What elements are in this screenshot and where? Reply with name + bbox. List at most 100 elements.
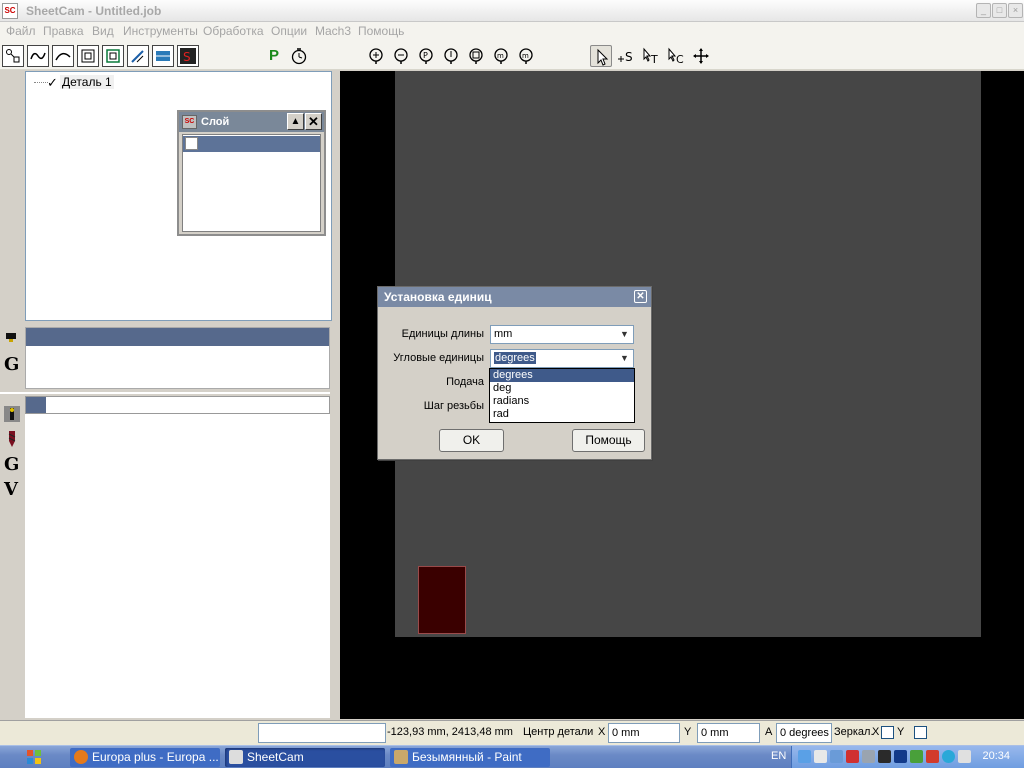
zoom-part-button[interactable] xyxy=(440,45,462,67)
dropdown-option[interactable]: radians xyxy=(490,395,634,408)
cut-tool-button[interactable]: C xyxy=(665,45,687,67)
zoom-out-button[interactable] xyxy=(390,45,412,67)
jet-cut-button[interactable] xyxy=(27,45,49,67)
window-title: SheetCam - Untitled.job xyxy=(26,4,162,18)
length-units-select[interactable]: mm ▼ xyxy=(490,325,634,344)
dropdown-option[interactable]: degrees xyxy=(490,369,634,382)
task-firefox[interactable]: Europa plus - Europa ... xyxy=(70,748,220,767)
text-tool-button[interactable]: T xyxy=(640,45,662,67)
start-button[interactable] xyxy=(0,746,64,768)
close-button[interactable]: × xyxy=(1008,3,1023,18)
outline-button[interactable] xyxy=(52,45,74,67)
menu-tools[interactable]: Инструменты xyxy=(123,24,198,38)
pocket-icon xyxy=(106,49,120,63)
zoom-in-button[interactable] xyxy=(365,45,387,67)
antivirus-icon[interactable] xyxy=(926,750,939,763)
dropdown-option[interactable]: rad xyxy=(490,408,634,421)
thread-pitch-label: Шаг резьбы xyxy=(423,400,484,412)
help-button[interactable]: Помощь xyxy=(572,429,645,452)
angle-units-select[interactable]: degrees ▼ xyxy=(490,349,634,368)
minimize-button[interactable]: _ xyxy=(976,3,991,18)
angle-value: 0 degrees xyxy=(780,727,829,739)
engrave-button[interactable] xyxy=(127,45,149,67)
layer-window: Слой SC ▲ ✕ xyxy=(177,110,326,236)
network-icon[interactable] xyxy=(798,750,811,763)
svg-text:m: m xyxy=(497,52,504,60)
task-firefox-label: Europa plus - Europa ... xyxy=(92,750,219,764)
cursor-coords: -123,93 mm, 2413,48 mm xyxy=(387,726,513,738)
drill-op-button[interactable] xyxy=(2,45,24,67)
rastering-button[interactable] xyxy=(152,45,174,67)
text-cursor-icon: T xyxy=(643,47,658,65)
tool-list-selected-row[interactable] xyxy=(26,328,329,346)
menu-mach3[interactable]: Mach3 xyxy=(315,24,351,38)
zoom-window-button[interactable] xyxy=(465,45,487,67)
dialog-close-button[interactable]: ✕ xyxy=(634,290,647,303)
move-tool-button[interactable] xyxy=(690,45,712,67)
layer-close-button[interactable]: ✕ xyxy=(305,113,322,130)
gcode-glyph-2: G xyxy=(4,454,20,475)
tool-holder-icon xyxy=(6,333,16,342)
menu-file[interactable]: Файл xyxy=(6,24,36,38)
task-sheetcam[interactable]: SheetCam xyxy=(225,748,385,767)
select-tool-button[interactable] xyxy=(590,45,612,67)
status-input[interactable] xyxy=(258,723,386,743)
windows-logo-icon xyxy=(27,750,41,764)
zoom-sheet-button[interactable]: m xyxy=(490,45,512,67)
monitor-icon[interactable] xyxy=(830,750,843,763)
splitter[interactable] xyxy=(0,392,330,394)
zoom-toolpath-button[interactable]: m xyxy=(515,45,537,67)
pocket-button[interactable] xyxy=(102,45,124,67)
timer-button[interactable] xyxy=(288,45,310,67)
ok-button[interactable]: OK xyxy=(439,429,504,452)
volume-icon[interactable] xyxy=(862,750,875,763)
center-y-label: Y xyxy=(684,726,692,738)
menu-edit[interactable]: Правка xyxy=(43,24,84,38)
torrent-icon[interactable] xyxy=(910,750,923,763)
skype-icon[interactable] xyxy=(942,750,955,763)
clock[interactable]: 20:34 xyxy=(982,750,1010,762)
tree-item-part[interactable]: Деталь 1 xyxy=(60,75,114,89)
layer-collapse-button[interactable]: ▲ xyxy=(287,113,304,130)
layer-row[interactable] xyxy=(183,136,320,152)
maximize-button[interactable]: □ xyxy=(992,3,1007,18)
angle-input[interactable]: 0 degrees xyxy=(776,723,832,743)
svg-text:S: S xyxy=(625,50,633,64)
dialog-title[interactable]: Установка единиц ✕ xyxy=(378,287,651,307)
zoom-fit-button[interactable]: P xyxy=(415,45,437,67)
vertical-splitter[interactable] xyxy=(332,71,340,719)
sheetcam-app-icon[interactable]: SC xyxy=(2,3,18,19)
part-shape[interactable] xyxy=(418,566,466,634)
drill-bit-icon xyxy=(8,431,16,447)
operation-row-selected xyxy=(26,397,46,413)
app-tray-icon[interactable] xyxy=(958,750,971,763)
dropdown-option[interactable]: deg xyxy=(490,382,634,395)
folder-icon[interactable] xyxy=(814,750,827,763)
feed-units-label: Подача xyxy=(446,376,484,388)
mirror-y-checkbox[interactable] xyxy=(914,726,927,739)
mirror-x-checkbox[interactable] xyxy=(881,726,894,739)
tap-button[interactable]: S xyxy=(177,45,199,67)
bluetooth-icon[interactable] xyxy=(894,750,907,763)
length-units-value: mm xyxy=(494,328,513,340)
menu-process[interactable]: Обработка xyxy=(203,24,264,38)
language-indicator[interactable]: EN xyxy=(771,750,786,762)
menu-help[interactable]: Помощь xyxy=(358,24,404,38)
menu-options[interactable]: Опции xyxy=(271,24,307,38)
media-icon[interactable] xyxy=(878,750,891,763)
checkmark-icon[interactable]: ✓ xyxy=(47,75,58,91)
center-y-input[interactable]: 0 mm xyxy=(697,723,760,743)
start-point-tool-button[interactable]: S xyxy=(615,45,637,67)
contour-button[interactable] xyxy=(77,45,99,67)
layer-visible-checkbox[interactable] xyxy=(185,137,198,150)
stopwatch-icon xyxy=(291,48,307,65)
raster-icon xyxy=(156,51,170,61)
operation-row[interactable] xyxy=(25,396,330,414)
center-x-input[interactable]: 0 mm xyxy=(608,723,680,743)
angle-units-value: degrees xyxy=(494,352,536,364)
title-bar: SC SheetCam - Untitled.job _ □ × xyxy=(0,0,1024,22)
security-icon[interactable] xyxy=(846,750,859,763)
task-paint[interactable]: Безымянный - Paint xyxy=(390,748,550,767)
post-process-button[interactable]: P xyxy=(263,45,285,67)
menu-view[interactable]: Вид xyxy=(92,24,114,38)
